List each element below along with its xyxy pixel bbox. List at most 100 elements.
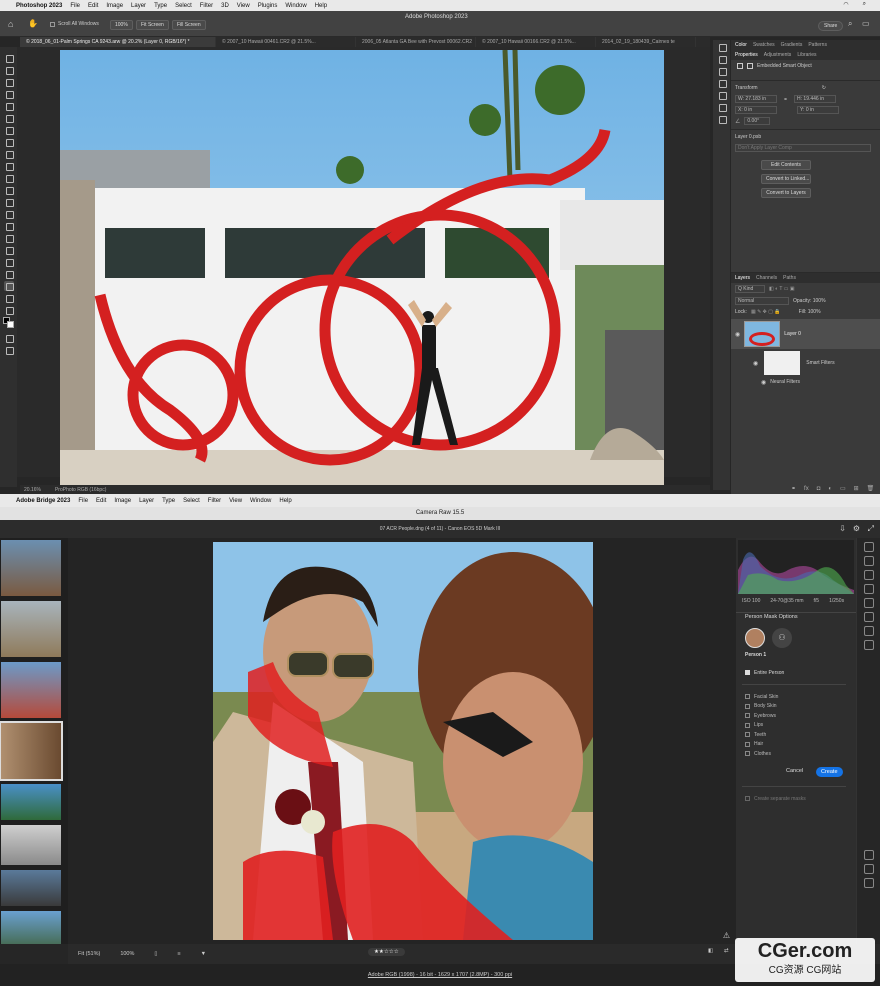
x-field[interactable]: X: 0 in [735, 106, 777, 114]
br-menu-type[interactable]: Type [162, 498, 175, 504]
br-menu-file[interactable]: File [78, 498, 88, 504]
crop-tool-icon[interactable] [4, 101, 14, 111]
tab-paths[interactable]: Paths [783, 275, 796, 281]
color-sampler-icon[interactable] [863, 878, 874, 888]
filmstrip-thumb[interactable] [1, 662, 61, 718]
gear-icon[interactable]: ⚙ [853, 520, 860, 538]
ps-menu-window[interactable]: Window [285, 3, 306, 9]
layer-row-layer0[interactable]: ◉ Layer 0 [731, 319, 880, 349]
teeth-checkbox[interactable]: Teeth [745, 730, 778, 740]
healing-brush-icon[interactable] [4, 137, 14, 147]
blend-mode-select[interactable]: Normal [735, 297, 789, 305]
character-icon[interactable] [717, 90, 727, 100]
hand-icon[interactable]: ✋ [28, 19, 38, 28]
reset-icon[interactable]: ↻ [822, 85, 826, 91]
presets-icon[interactable] [863, 612, 874, 622]
entire-person-checkbox[interactable]: Entire Person [745, 668, 784, 678]
blur-tool-icon[interactable] [4, 209, 14, 219]
body-skin-checkbox[interactable]: Body Skin [745, 702, 778, 712]
filmstrip-thumb[interactable] [1, 540, 61, 596]
eraser-icon[interactable] [4, 185, 14, 195]
before-after-icon[interactable]: ◧ [708, 948, 713, 954]
lips-checkbox[interactable]: Lips [745, 721, 778, 731]
save-icon[interactable]: ⇩ [839, 520, 846, 538]
pen-tool-icon[interactable] [4, 233, 14, 243]
layer-kind-filter[interactable]: Q Kind [735, 285, 765, 293]
filter-icons[interactable]: ◧ ◐ T ▭ ▣ [769, 286, 795, 292]
frame-tool-icon[interactable] [4, 113, 14, 123]
workspace-icon[interactable]: ▭ [862, 19, 870, 28]
eyebrows-checkbox[interactable]: Eyebrows [745, 711, 778, 721]
more-icon[interactable] [863, 640, 874, 650]
brush-tool-icon[interactable] [4, 149, 14, 159]
group-icon[interactable]: ▭ [840, 485, 846, 492]
tab-adjustments[interactable]: Adjustments [764, 52, 792, 58]
glyph-icon[interactable] [717, 114, 727, 124]
gradient-tool-icon[interactable] [4, 197, 14, 207]
red-eye-icon[interactable] [863, 584, 874, 594]
doc-tab[interactable]: © 2007_10 Hawaii 00166.CR2 @ 21.5%... [476, 37, 596, 47]
workflow-options-link[interactable]: Adobe RGB (1998) - 16 bit - 1629 x 1707 … [368, 972, 512, 978]
ps-menu-select[interactable]: Select [175, 3, 192, 9]
br-menu-edit[interactable]: Edit [96, 498, 106, 504]
smart-filters-row[interactable]: ◉ Smart Filters [731, 349, 880, 377]
ps-app-menu[interactable]: Photoshop 2023 [16, 3, 62, 9]
y-field[interactable]: Y: 0 in [797, 106, 839, 114]
link-icon[interactable]: ⚭ [783, 96, 788, 103]
fx-icon[interactable]: fx [804, 486, 809, 492]
snapshot-icon[interactable] [863, 626, 874, 636]
tab-color[interactable]: Color [735, 42, 747, 48]
ps-menu-edit[interactable]: Edit [88, 3, 98, 9]
sort-icon[interactable]: ≡ [177, 951, 180, 957]
visibility-eye-icon[interactable]: ◉ [753, 360, 758, 367]
tab-layers[interactable]: Layers [735, 275, 750, 281]
ps-menu-image[interactable]: Image [106, 3, 123, 9]
tab-libraries[interactable]: Libraries [797, 52, 816, 58]
neural-filters-row[interactable]: ◉ Neural Filters [731, 377, 880, 387]
info-icon[interactable] [717, 66, 727, 76]
filter-icon[interactable]: ▼ [201, 951, 206, 957]
width-field[interactable]: W: 27.183 in [735, 95, 777, 103]
delete-icon[interactable]: 🗑 [867, 485, 875, 492]
star-rating[interactable]: ★★☆☆☆ [368, 948, 405, 956]
scroll-all-checkbox[interactable]: Scroll All Windows [50, 21, 99, 27]
acr-photo[interactable] [213, 542, 593, 940]
zoom-100-button[interactable]: 100% [110, 20, 133, 30]
hand-icon[interactable] [863, 864, 874, 874]
visibility-eye-icon[interactable]: ◉ [761, 379, 766, 386]
filmstrip-toggle-icon[interactable]: ▯ [154, 951, 157, 957]
doc-tab[interactable]: 2006_05 Atlanta GA Bee with Prevost 0006… [356, 37, 476, 47]
paragraph-icon[interactable] [717, 102, 727, 112]
tab-swatches[interactable]: Swatches [753, 42, 775, 48]
stamp-tool-icon[interactable] [4, 161, 14, 171]
home-icon[interactable]: ⌂ [8, 19, 18, 29]
ps-menu-plugins[interactable]: Plugins [258, 3, 278, 9]
tab-properties[interactable]: Properties [735, 52, 758, 58]
magic-wand-icon[interactable] [4, 89, 14, 99]
move-tool-icon[interactable] [4, 53, 14, 63]
lock-icons[interactable]: ▦ ✎ ✥ ▢ 🔒 [751, 309, 781, 315]
adjustment-layer-icon[interactable]: ◐ [828, 486, 832, 492]
clothes-checkbox[interactable]: Clothes [745, 749, 778, 759]
histogram-icon[interactable] [717, 78, 727, 88]
filmstrip-thumb-selected[interactable] [0, 721, 63, 781]
facial-skin-checkbox[interactable]: Facial Skin [745, 692, 778, 702]
cancel-button[interactable]: Cancel [786, 768, 803, 774]
crop-icon[interactable] [863, 556, 874, 566]
filmstrip-thumb[interactable] [1, 825, 61, 865]
healing-icon[interactable] [863, 570, 874, 580]
ps-menu-3d[interactable]: 3D [221, 3, 229, 9]
visibility-eye-icon[interactable]: ◉ [735, 331, 740, 338]
ps-menu-help[interactable]: Help [315, 3, 327, 9]
filmstrip-thumb[interactable] [1, 784, 61, 820]
screen-mode-icon[interactable] [4, 345, 14, 355]
add-mask-icon[interactable]: ◘ [817, 486, 821, 492]
quick-mask-icon[interactable] [4, 333, 14, 343]
more-tools-icon[interactable] [4, 305, 14, 315]
create-button[interactable]: Create [816, 767, 843, 777]
zoom-icon[interactable] [863, 850, 874, 860]
artboard-tool-icon[interactable] [4, 65, 14, 75]
br-menu-help[interactable]: Help [279, 498, 291, 504]
expand-icon[interactable]: ⤢ [868, 520, 874, 538]
warning-icon[interactable]: ⚠ [723, 931, 730, 940]
